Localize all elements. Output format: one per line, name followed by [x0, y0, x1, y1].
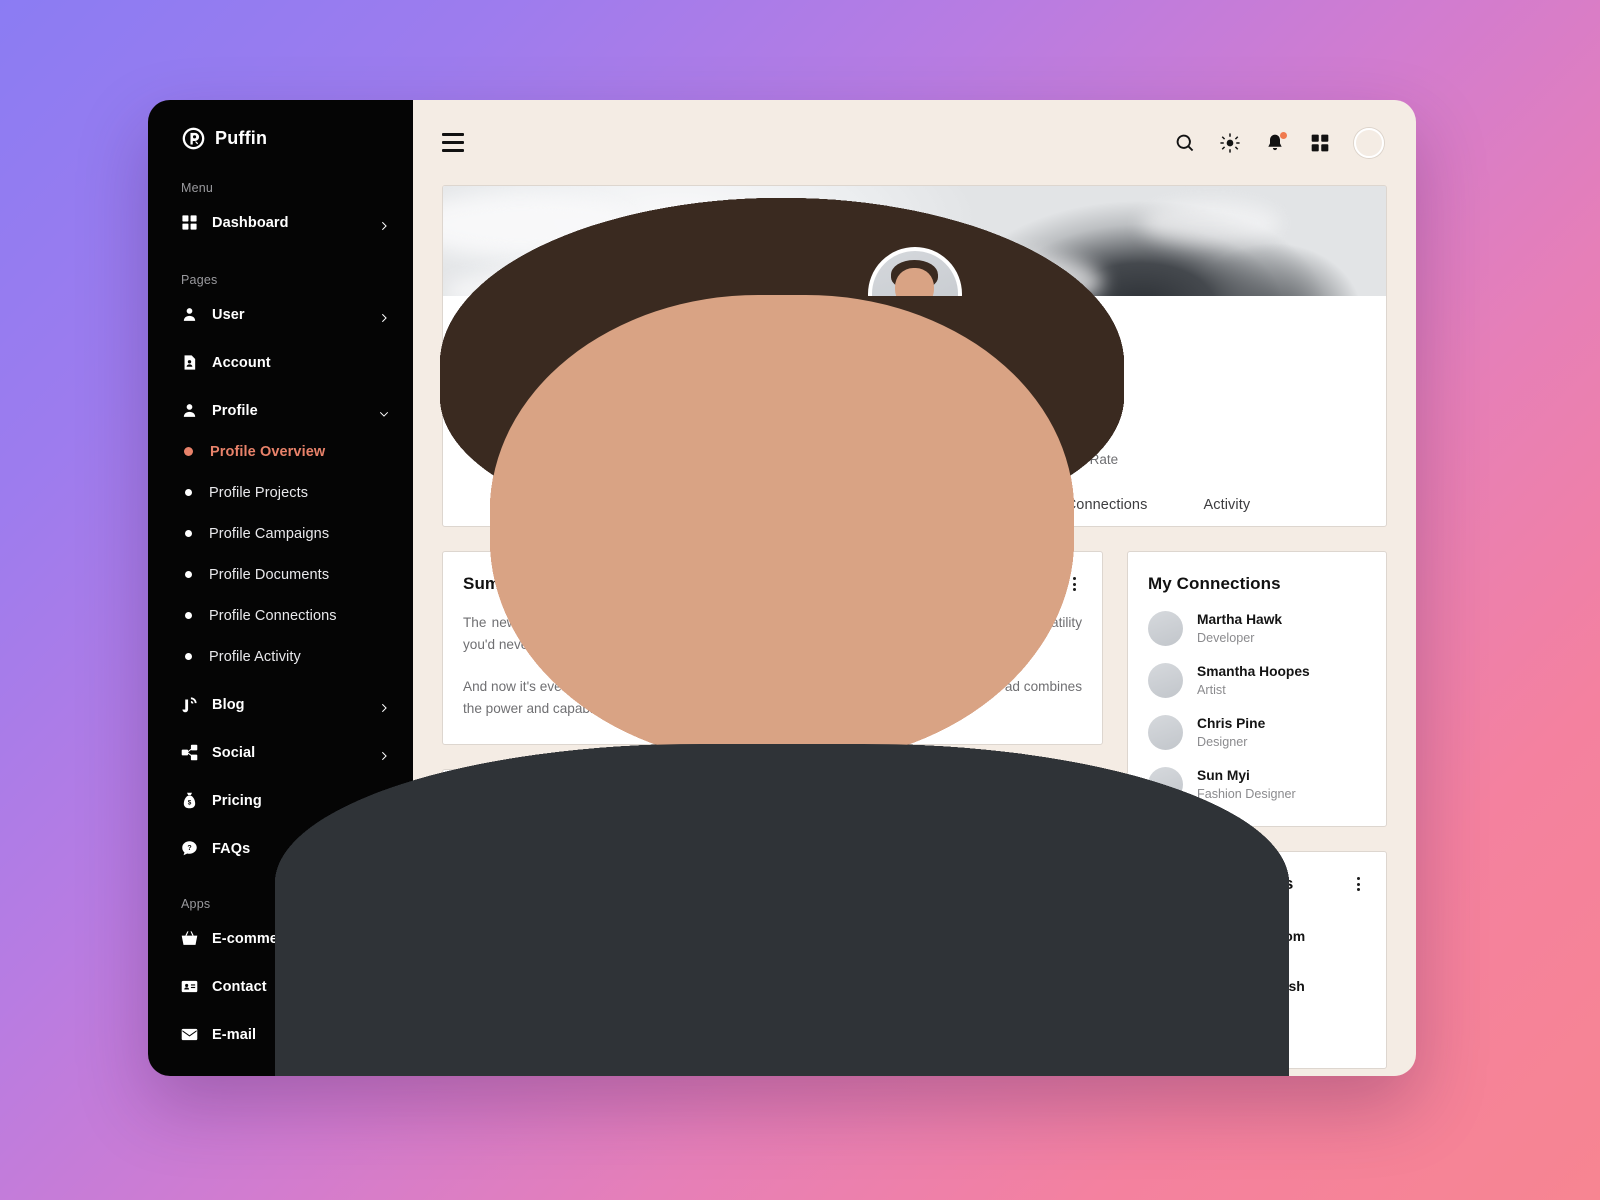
content-scroll-area: Sarah Brown Developer New Y [274, 185, 1416, 1076]
connections-card: My Connections Martha Hawk Developer Sma… [274, 197, 1387, 1076]
main-area: Sarah Brown Developer New Y [274, 100, 1416, 1076]
profile-avatar-wrap [867, 247, 962, 296]
right-column: My Connections Martha Hawk Developer Sma… [274, 197, 1387, 1076]
list-item[interactable]: Sun Myi Fashion Designer [274, 197, 1366, 1076]
app-window: Puffin Menu Dashboard Pages User Account [148, 100, 1416, 1076]
lower-grid: Summary The new iPad combines the power … [274, 197, 1387, 1076]
profile-avatar[interactable] [867, 247, 962, 296]
avatar-face [872, 251, 958, 296]
avatar [274, 197, 1290, 1076]
